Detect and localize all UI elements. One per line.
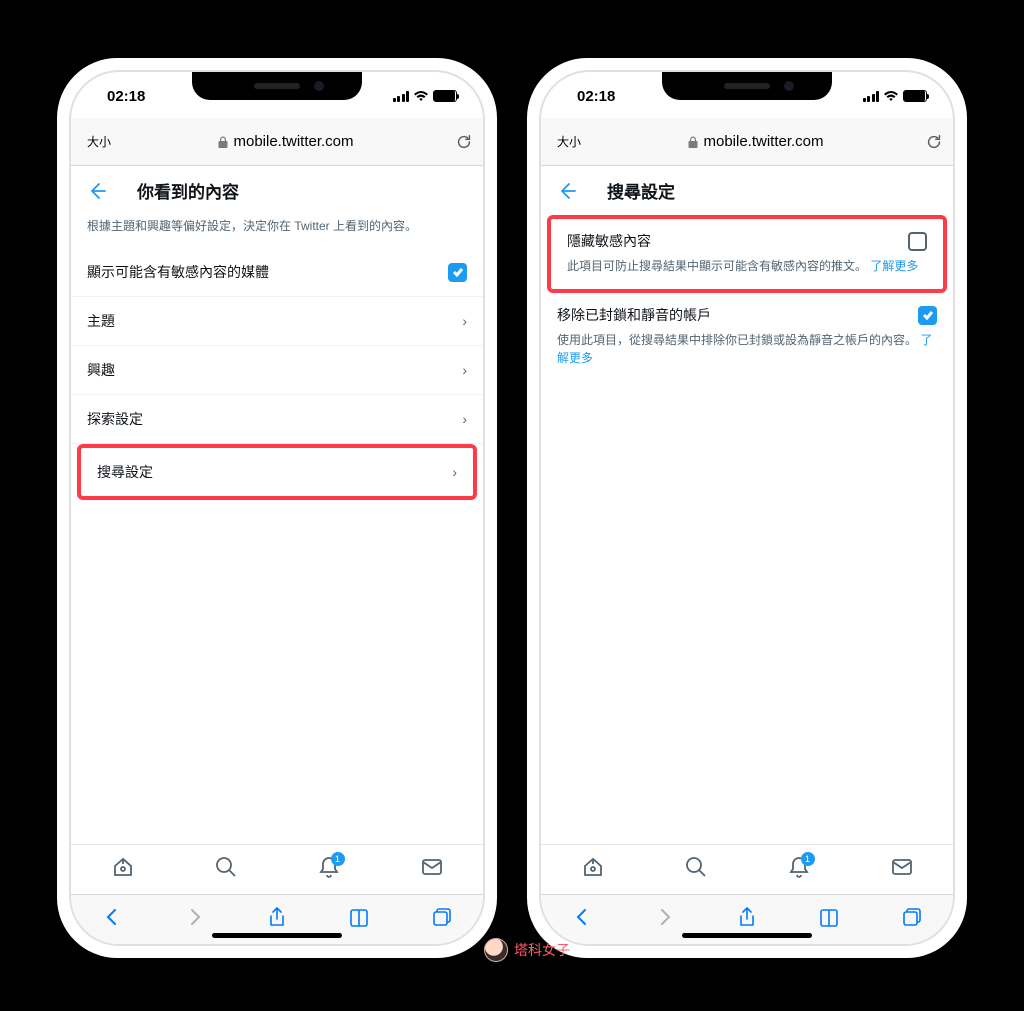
setting-hide-sensitive[interactable]: 隱藏敏感內容 此項目可防止搜尋結果中顯示可能含有敏感內容的推文。 了解更多: [551, 219, 943, 289]
search-icon: [684, 855, 708, 879]
page-title: 搜尋設定: [607, 178, 675, 203]
wifi-icon: [413, 90, 429, 102]
safari-share-button[interactable]: [736, 906, 758, 933]
tab-search[interactable]: [214, 855, 238, 884]
notification-badge: 1: [331, 852, 345, 866]
setting-title: 隱藏敏感內容: [567, 231, 651, 251]
row-topics[interactable]: 主題 ›: [71, 297, 483, 346]
home-indicator[interactable]: [682, 933, 812, 938]
tab-notifications[interactable]: 1: [317, 855, 341, 884]
row-sensitive-media[interactable]: 顯示可能含有敏感內容的媒體: [71, 248, 483, 297]
check-icon: [452, 266, 464, 278]
setting-description: 此項目可防止搜尋結果中顯示可能含有敏感內容的推文。 了解更多: [567, 257, 927, 275]
page-header: 你看到的內容: [71, 166, 483, 213]
row-search-settings[interactable]: 搜尋設定 ›: [81, 448, 473, 496]
safari-share-button[interactable]: [266, 906, 288, 933]
watermark-avatar-icon: [484, 938, 508, 962]
url-text: mobile.twitter.com: [703, 133, 823, 150]
status-time: 02:18: [107, 88, 145, 105]
search-icon: [214, 855, 238, 879]
watermark-text: 塔科女子: [514, 940, 570, 960]
row-label: 興趣: [87, 360, 115, 380]
row-label: 搜尋設定: [97, 462, 153, 482]
safari-address-bar: 大小 mobile.twitter.com: [71, 118, 483, 166]
battery-icon: [433, 90, 457, 102]
app-tab-bar: 1: [71, 844, 483, 894]
signal-icon: [863, 91, 880, 102]
watermark: 塔科女子: [484, 938, 570, 962]
mail-icon: [420, 855, 444, 879]
tab-notifications[interactable]: 1: [787, 855, 811, 884]
row-label: 顯示可能含有敏感內容的媒體: [87, 262, 269, 282]
row-label: 主題: [87, 311, 115, 331]
back-arrow-icon[interactable]: [87, 181, 107, 201]
page-header: 搜尋設定: [541, 166, 953, 213]
safari-forward-button[interactable]: [654, 906, 676, 933]
chevron-right-icon: ›: [462, 362, 467, 378]
row-label: 探索設定: [87, 409, 143, 429]
highlight-hide-sensitive: 隱藏敏感內容 此項目可防止搜尋結果中顯示可能含有敏感內容的推文。 了解更多: [547, 215, 947, 293]
row-interests[interactable]: 興趣 ›: [71, 346, 483, 395]
mail-icon: [890, 855, 914, 879]
checkbox-checked[interactable]: [918, 306, 937, 325]
row-explore-settings[interactable]: 探索設定 ›: [71, 395, 483, 444]
setting-remove-blocked[interactable]: 移除已封鎖和靜音的帳戶 使用此項目，從搜尋結果中排除你已封鎖或設為靜音之帳戶的內…: [541, 293, 953, 381]
tab-home[interactable]: [581, 855, 605, 884]
tab-home[interactable]: [111, 855, 135, 884]
setting-description: 使用此項目，從搜尋結果中排除你已封鎖或設為靜音之帳戶的內容。 了解更多: [557, 331, 937, 367]
home-indicator[interactable]: [212, 933, 342, 938]
chevron-right-icon: ›: [462, 411, 467, 427]
safari-address-bar: 大小 mobile.twitter.com: [541, 118, 953, 166]
highlight-search-settings: 搜尋設定 ›: [77, 444, 477, 500]
setting-title: 移除已封鎖和靜音的帳戶: [557, 305, 711, 325]
safari-tabs-button[interactable]: [901, 906, 923, 933]
lock-icon: [688, 136, 698, 148]
url-text: mobile.twitter.com: [233, 133, 353, 150]
chevron-right-icon: ›: [462, 313, 467, 329]
checkbox-unchecked[interactable]: [908, 232, 927, 251]
checkbox-checked[interactable]: [448, 263, 467, 282]
safari-bookmarks-button[interactable]: [348, 906, 370, 933]
wifi-icon: [883, 90, 899, 102]
status-time: 02:18: [577, 88, 615, 105]
back-arrow-icon[interactable]: [557, 181, 577, 201]
refresh-icon[interactable]: [455, 133, 473, 151]
lock-icon: [218, 136, 228, 148]
tab-search[interactable]: [684, 855, 708, 884]
battery-icon: [903, 90, 927, 102]
notification-badge: 1: [801, 852, 815, 866]
safari-back-button[interactable]: [101, 906, 123, 933]
text-size-button[interactable]: 大小: [551, 129, 587, 154]
home-icon: [581, 855, 605, 879]
safari-back-button[interactable]: [571, 906, 593, 933]
check-icon: [922, 309, 934, 321]
page-description: 根據主題和興趣等偏好設定，決定你在 Twitter 上看到的內容。: [71, 213, 483, 248]
app-tab-bar: 1: [541, 844, 953, 894]
url-display[interactable]: mobile.twitter.com: [593, 133, 919, 150]
page-title: 你看到的內容: [137, 178, 239, 203]
learn-more-link[interactable]: 了解更多: [870, 259, 918, 273]
tab-messages[interactable]: [890, 855, 914, 884]
refresh-icon[interactable]: [925, 133, 943, 151]
safari-forward-button[interactable]: [184, 906, 206, 933]
signal-icon: [393, 91, 410, 102]
home-icon: [111, 855, 135, 879]
notch: [662, 72, 832, 100]
phone-left: 02:18 大小 mobile.twitter.com 你看到的內: [57, 58, 497, 958]
url-display[interactable]: mobile.twitter.com: [123, 133, 449, 150]
safari-bookmarks-button[interactable]: [818, 906, 840, 933]
text-size-button[interactable]: 大小: [81, 129, 117, 154]
tab-messages[interactable]: [420, 855, 444, 884]
chevron-right-icon: ›: [452, 464, 457, 480]
phone-right: 02:18 大小 mobile.twitter.com 搜尋設定: [527, 58, 967, 958]
notch: [192, 72, 362, 100]
safari-tabs-button[interactable]: [431, 906, 453, 933]
